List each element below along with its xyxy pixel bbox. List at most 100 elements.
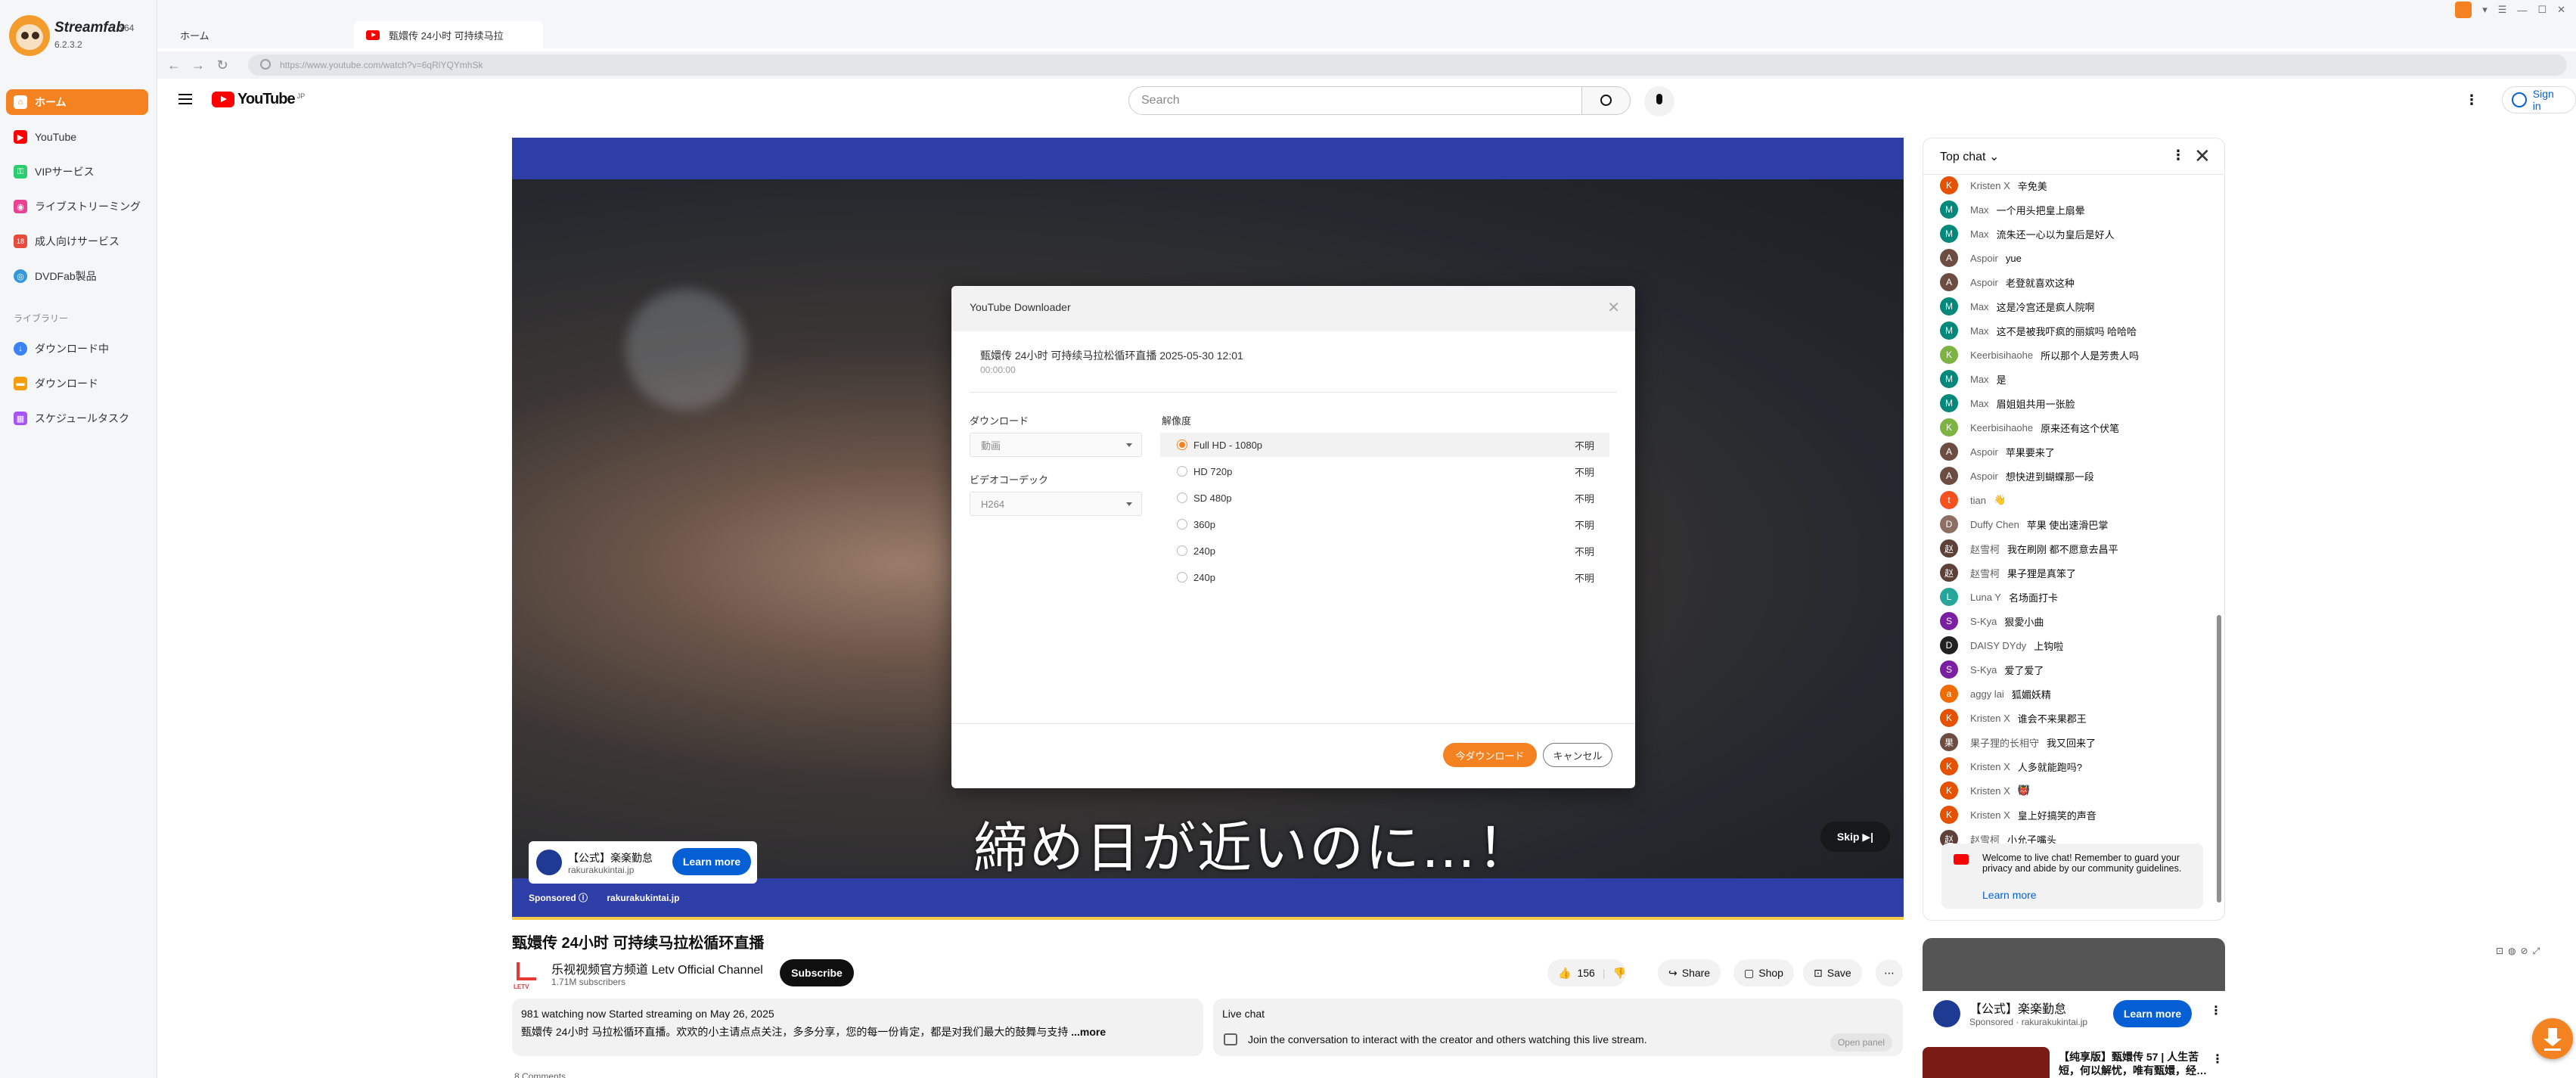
chat-avatar[interactable]: K: [1940, 709, 1958, 727]
chat-avatar[interactable]: A: [1940, 467, 1958, 485]
chat-author[interactable]: Max: [1970, 398, 1989, 409]
chat-author[interactable]: Luna Y: [1970, 592, 2001, 603]
chat-avatar[interactable]: K: [1940, 418, 1958, 436]
chat-avatar[interactable]: M: [1940, 225, 1958, 243]
url-input[interactable]: https://www.youtube.com/watch?v=6qRlYQYm…: [248, 54, 2567, 76]
back-icon[interactable]: ←: [162, 57, 186, 73]
resolution-option[interactable]: SD 480p 不明: [1160, 486, 1609, 510]
sidebar-item-schedule[interactable]: ▦ スケジュールタスク: [6, 405, 148, 431]
side-ad[interactable]: 【公式】楽楽勤怠 Sponsored · rakurakukintai.jp L…: [1923, 991, 2225, 1036]
shop-button[interactable]: ▢ Shop: [1733, 959, 1794, 986]
share-button[interactable]: ↪ Share: [1658, 959, 1721, 986]
codec-select[interactable]: H264: [970, 492, 1142, 516]
chat-more-icon[interactable]: ⋮: [2171, 148, 2185, 163]
chat-mode-dropdown[interactable]: Top chat ⌄: [1940, 149, 1999, 164]
chat-avatar[interactable]: K: [1940, 346, 1958, 364]
chat-author[interactable]: tian: [1970, 495, 1986, 506]
chat-avatar[interactable]: S: [1940, 660, 1958, 679]
description-box[interactable]: 981 watching now Started streaming on Ma…: [512, 999, 1203, 1056]
chat-author[interactable]: Max: [1970, 374, 1989, 385]
chat-author[interactable]: DAISY DYdy: [1970, 640, 2026, 651]
like-count[interactable]: 156: [1577, 967, 1594, 979]
sidebar-item-downloaded[interactable]: ▬ ダウンロード: [6, 371, 148, 396]
chat-avatar[interactable]: K: [1940, 757, 1958, 775]
info-icon[interactable]: ⓘ: [579, 893, 588, 903]
chat-author[interactable]: Max: [1970, 228, 1989, 240]
chat-scrollbar[interactable]: [2217, 615, 2221, 902]
chat-avatar[interactable]: D: [1940, 515, 1958, 533]
chat-author[interactable]: aggy lai: [1970, 688, 2004, 700]
chat-avatar[interactable]: L: [1940, 588, 1958, 606]
radio-button[interactable]: [1177, 519, 1187, 530]
radio-button[interactable]: [1177, 545, 1187, 556]
sidebar-item-youtube[interactable]: ▶ YouTube: [6, 124, 148, 150]
close-icon[interactable]: ✕: [1607, 298, 1620, 317]
chat-author[interactable]: Kristen X: [1970, 785, 2010, 797]
youtube-logo[interactable]: YouTube JP: [212, 91, 305, 108]
radio-button[interactable]: [1177, 440, 1187, 450]
chat-avatar[interactable]: M: [1940, 370, 1958, 388]
hamburger-menu-icon[interactable]: [178, 94, 192, 104]
open-panel-button[interactable]: Open panel: [1830, 1033, 1892, 1052]
chat-avatar[interactable]: 赵: [1940, 539, 1958, 558]
chat-author[interactable]: S-Kya: [1970, 664, 1997, 676]
thumbs-up-icon[interactable]: 👍: [1558, 967, 1571, 980]
channel-avatar[interactable]: LETV: [512, 959, 542, 990]
chat-author[interactable]: Keerbisihaohe: [1970, 422, 2033, 433]
chat-avatar[interactable]: A: [1940, 273, 1958, 291]
chat-author[interactable]: Aspoir: [1970, 253, 1998, 264]
reload-icon[interactable]: ↻: [210, 57, 234, 73]
download-now-button[interactable]: 今ダウンロード: [1443, 743, 1537, 767]
recommended-title[interactable]: 【纯享版】甄嬛传 57 | 人生苦短，何以解忧，唯有甄嬛，经…: [2059, 1050, 2210, 1077]
ad-learn-more-button[interactable]: Learn more: [672, 848, 751, 875]
chat-avatar[interactable]: K: [1940, 781, 1958, 800]
chat-avatar[interactable]: a: [1940, 685, 1958, 703]
tool-icon[interactable]: ⊘: [2521, 946, 2528, 957]
chat-author[interactable]: Aspoir: [1970, 446, 1998, 458]
save-button[interactable]: ⊡ Save: [1803, 959, 1862, 986]
more-actions-button[interactable]: ⋯: [1876, 959, 1903, 986]
recommended-more-icon[interactable]: ⋮: [2211, 1052, 2224, 1067]
maximize-icon[interactable]: ☐: [2537, 4, 2547, 16]
tab-home[interactable]: ホーム: [168, 21, 222, 48]
chat-avatar[interactable]: K: [1940, 806, 1958, 824]
cancel-button[interactable]: キャンセル: [1543, 743, 1612, 767]
resolution-option[interactable]: HD 720p 不明: [1160, 459, 1609, 483]
tool-icon[interactable]: ⤢: [2533, 946, 2540, 957]
sidebar-item-live[interactable]: ◉ ライブストリーミング: [6, 194, 148, 219]
thumbs-down-icon[interactable]: 👎: [1612, 967, 1625, 980]
resolution-option[interactable]: Full HD - 1080p 不明: [1160, 433, 1609, 457]
voice-search-button[interactable]: [1644, 86, 1674, 116]
chat-avatar[interactable]: 赵: [1940, 564, 1958, 582]
chat-author[interactable]: Max: [1970, 301, 1989, 312]
chat-avatar[interactable]: M: [1940, 200, 1958, 219]
radio-button[interactable]: [1177, 492, 1187, 503]
recommended-thumbnail[interactable]: [1923, 1047, 2050, 1078]
sponsored-domain[interactable]: rakurakukintai.jp: [607, 893, 679, 903]
chat-author[interactable]: Aspoir: [1970, 277, 1998, 288]
chat-author[interactable]: Max: [1970, 325, 1989, 337]
side-ad-learn-more-button[interactable]: Learn more: [2113, 1000, 2192, 1027]
menu-icon[interactable]: ☰: [2498, 4, 2507, 16]
chat-avatar[interactable]: A: [1940, 249, 1958, 267]
forward-icon[interactable]: →: [186, 57, 210, 73]
side-ad-thumbnail[interactable]: [1923, 938, 2225, 991]
chat-author[interactable]: Kristen X: [1970, 713, 2010, 724]
sidebar-item-home[interactable]: ⌂ ホーム: [6, 89, 148, 115]
chat-author[interactable]: 赵雪柯: [1970, 566, 2000, 580]
chat-author[interactable]: Keerbisihaohe: [1970, 349, 2033, 361]
side-ad-more-icon[interactable]: ⋮: [2210, 1003, 2222, 1018]
chat-avatar[interactable]: D: [1940, 636, 1958, 654]
chat-avatar[interactable]: t: [1940, 491, 1958, 509]
search-button[interactable]: [1582, 86, 1631, 115]
radio-button[interactable]: [1177, 572, 1187, 582]
settings-menu-icon[interactable]: ▾: [2482, 4, 2488, 16]
chat-avatar[interactable]: K: [1940, 176, 1958, 194]
resolution-option[interactable]: 240p 不明: [1160, 539, 1609, 563]
chat-avatar[interactable]: M: [1940, 394, 1958, 412]
close-icon[interactable]: ✕: [2194, 144, 2211, 168]
chat-author[interactable]: 赵雪柯: [1970, 542, 2000, 556]
sidebar-item-adult[interactable]: 18 成人向けサービス: [6, 228, 148, 254]
channel-name[interactable]: 乐视视频官方频道 Letv Official Channel: [551, 959, 763, 977]
chat-avatar[interactable]: M: [1940, 322, 1958, 340]
